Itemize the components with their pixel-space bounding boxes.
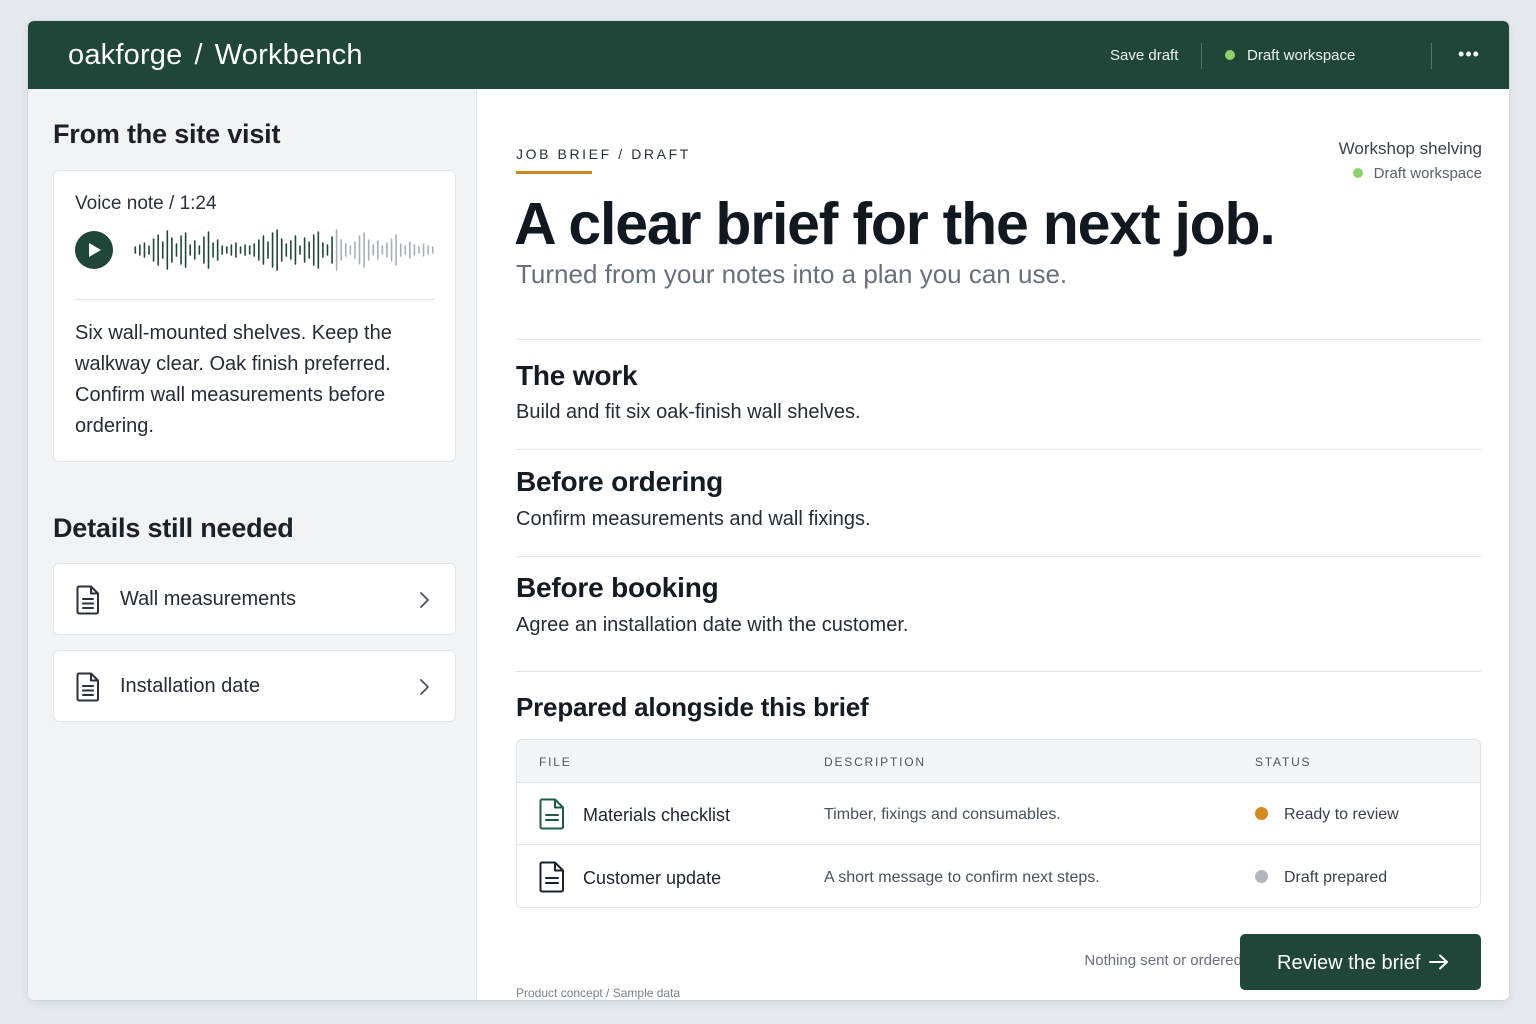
more-icon: •••	[1458, 44, 1480, 64]
play-icon	[89, 243, 101, 257]
breadcrumb: oakforge / Workbench	[68, 38, 363, 72]
main-content: JOB BRIEF / DRAFT Workshop shelving Draf…	[477, 89, 1509, 1000]
section-text-before-ordering: Confirm measurements and wall fixings.	[516, 508, 871, 530]
topbar-divider	[1201, 43, 1202, 69]
file-name: Customer update	[583, 868, 722, 888]
save-draft-button[interactable]: Save draft	[1110, 47, 1178, 65]
page-subtitle: Turned from your notes into a plan you c…	[516, 259, 1068, 289]
top-bar: oakforge / Workbench Save draft Draft work…	[28, 21, 1509, 89]
section-divider	[516, 556, 1481, 557]
file-status-label: Draft prepared	[1284, 869, 1388, 886]
table-row[interactable]: Materials checklist Timber, fixings and …	[517, 783, 1480, 845]
workspace-status: Draft workspace	[1225, 47, 1355, 65]
detail-item-wall-measurements[interactable]: Wall measurements	[53, 563, 456, 635]
file-description: A short message to confirm next steps.	[824, 869, 1100, 886]
status-dot-icon	[1225, 50, 1235, 61]
column-header-status: STATUS	[1255, 755, 1312, 769]
page-title: A clear brief for the next job.	[514, 191, 1276, 257]
file-status: Draft prepared	[1255, 869, 1387, 887]
voice-note-transcript: Six wall-mounted shelves. Keep the walkw…	[75, 322, 392, 437]
section-divider	[516, 339, 1481, 340]
prepared-files-title: Prepared alongside this brief	[516, 692, 869, 722]
voice-note-label: Voice note / 1:24	[75, 193, 217, 214]
play-button[interactable]	[75, 231, 113, 269]
nothing-sent-note: Nothing sent or ordered	[1084, 952, 1242, 969]
left-panel: From the site visit Voice note / 1:24 Si…	[28, 89, 477, 1000]
column-header-file: FILE	[539, 755, 572, 769]
project-name: Workshop shelving	[1338, 139, 1482, 158]
brand-name[interactable]: oakforge	[68, 39, 182, 71]
topbar-divider	[1431, 43, 1432, 69]
section-title-before-ordering: Before ordering	[516, 466, 724, 497]
detail-item-label: Installation date	[120, 675, 261, 697]
workspace-status-label: Draft workspace	[1247, 47, 1356, 64]
detail-item-installation-date[interactable]: Installation date	[53, 650, 456, 722]
card-divider	[75, 299, 435, 300]
document-icon	[539, 861, 564, 893]
more-options-button[interactable]: •••	[1452, 43, 1486, 69]
section-title-work: The work	[516, 360, 638, 391]
section-divider	[516, 449, 1481, 450]
section-text-work: Build and fit six oak-finish wall shelve…	[516, 401, 861, 423]
table-row[interactable]: Customer update A short message to confi…	[517, 846, 1480, 907]
eyebrow-underline	[516, 171, 592, 174]
eyebrow-label: JOB BRIEF / DRAFT	[516, 146, 691, 162]
document-icon	[76, 672, 99, 702]
status-dot-icon	[1255, 807, 1268, 821]
project-status-label: Draft workspace	[1373, 165, 1482, 182]
file-name: Materials checklist	[583, 805, 731, 825]
breadcrumb-separator: /	[194, 39, 203, 71]
audio-waveform[interactable]	[133, 228, 435, 272]
file-status-label: Ready to review	[1284, 806, 1399, 823]
site-visit-title: From the site visit	[53, 119, 281, 149]
chevron-right-icon	[420, 679, 429, 695]
section-title-before-booking: Before booking	[516, 572, 719, 603]
table-header: FILE DESCRIPTION STATUS	[517, 740, 1480, 783]
footnote: Product concept / Sample data	[516, 986, 681, 1000]
project-status: Draft workspace	[1352, 165, 1482, 182]
workspace-name[interactable]: Workbench	[215, 39, 363, 71]
column-header-description: DESCRIPTION	[824, 755, 926, 769]
document-icon	[76, 585, 99, 615]
status-dot-icon	[1255, 870, 1268, 884]
review-brief-label: Review the brief	[1277, 952, 1421, 974]
chevron-right-icon	[420, 592, 429, 608]
voice-note-card: Voice note / 1:24 Six wall-mounted shelv…	[53, 170, 456, 462]
section-text-before-booking: Agree an installation date with the cust…	[516, 614, 909, 636]
section-divider	[516, 671, 1481, 672]
review-brief-button[interactable]: Review the brief	[1240, 934, 1481, 990]
status-dot-icon	[1352, 168, 1363, 179]
file-status: Ready to review	[1255, 806, 1399, 824]
detail-item-label: Wall measurements	[120, 588, 296, 610]
file-description: Timber, fixings and consumables.	[824, 806, 1061, 823]
app-window: oakforge / Workbench Save draft Draft work…	[28, 21, 1509, 1000]
checklist-document-icon	[539, 798, 564, 830]
prepared-files-table: FILE DESCRIPTION STATUS Materials checkl…	[516, 739, 1481, 908]
details-needed-title: Details still needed	[53, 513, 294, 543]
arrow-right-icon	[1429, 954, 1448, 970]
